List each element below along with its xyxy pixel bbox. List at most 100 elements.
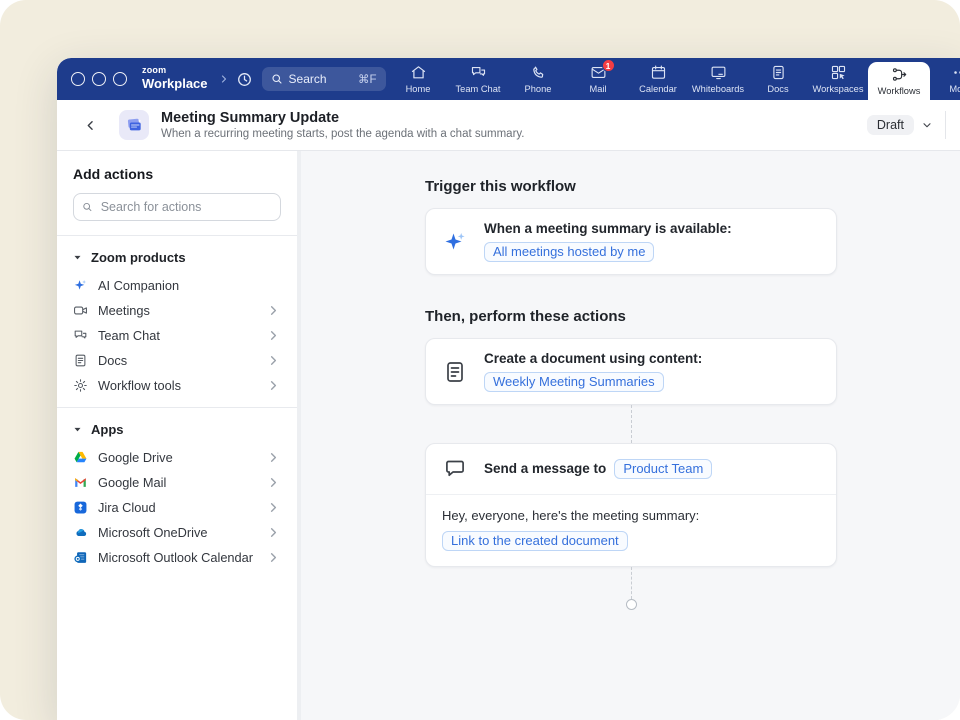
search-label: Search <box>289 72 327 86</box>
sidebar-item-microsoft-onedrive[interactable]: Microsoft OneDrive <box>57 520 297 545</box>
sidebar-title: Add actions <box>57 166 297 182</box>
mail-badge: 1 <box>602 59 615 72</box>
trigger-heading: Trigger this workflow <box>425 178 837 195</box>
whiteboards-icon <box>710 64 727 81</box>
page-subtitle: When a recurring meeting starts, post th… <box>161 128 525 140</box>
docs-icon <box>73 353 88 368</box>
chat-bubble-icon <box>442 457 468 481</box>
more-icon <box>952 64 960 81</box>
team-chat-icon <box>470 64 487 81</box>
back-button[interactable] <box>77 112 103 138</box>
calendar-icon <box>650 64 667 81</box>
chevron-right-icon <box>266 475 281 490</box>
chevron-right-icon <box>266 525 281 540</box>
window-control-icon[interactable] <box>113 72 127 86</box>
caret-down-icon <box>73 253 82 262</box>
actions-search-field[interactable] <box>73 193 281 221</box>
app-window: zoomWorkplace Search ⌘F Home <box>57 58 960 720</box>
sidebar-item-google-mail[interactable]: Google Mail <box>57 470 297 495</box>
google-mail-icon <box>73 475 88 490</box>
zoom-workplace-logo: zoomWorkplace <box>142 66 208 92</box>
workflows-icon <box>891 66 908 83</box>
nav-item-docs[interactable]: Docs <box>748 58 808 100</box>
window-control-icon[interactable] <box>71 72 85 86</box>
page-title: Meeting Summary Update <box>161 110 525 126</box>
status-badge[interactable]: Draft <box>867 115 914 135</box>
nav-item-workflows[interactable]: Workflows <box>868 62 930 100</box>
chevron-down-icon[interactable] <box>921 119 933 131</box>
chevron-right-icon <box>266 328 281 343</box>
trigger-chip[interactable]: All meetings hosted by me <box>484 242 654 262</box>
nav-items: Home Team Chat Phone 1 Mail <box>388 58 960 100</box>
workflow-canvas: Trigger this workflow When a meeting sum… <box>301 151 960 720</box>
actions-heading: Then, perform these actions <box>425 308 837 325</box>
action-title: Create a document using content: <box>484 351 702 366</box>
action-chip[interactable]: Weekly Meeting Summaries <box>484 372 664 392</box>
header-divider <box>945 111 946 139</box>
sidebar-item-jira-cloud[interactable]: Jira Cloud <box>57 495 297 520</box>
history-icon[interactable] <box>236 71 253 88</box>
sidebar-item-google-drive[interactable]: Google Drive <box>57 445 297 470</box>
nav-item-phone[interactable]: Phone <box>508 58 568 100</box>
message-body-text: Hey, everyone, here's the meeting summar… <box>442 508 820 523</box>
section-apps[interactable]: Apps <box>57 419 297 445</box>
global-search-button[interactable]: Search ⌘F <box>262 67 386 91</box>
trigger-card[interactable]: When a meeting summary is available: All… <box>425 208 837 275</box>
sidebar-item-team-chat[interactable]: Team Chat <box>57 323 297 348</box>
chevron-right-icon <box>266 450 281 465</box>
action-card-send-message[interactable]: Send a message toProduct Team Hey, every… <box>425 443 837 567</box>
workflow-header: Meeting Summary Update When a recurring … <box>57 100 960 151</box>
phone-icon <box>530 64 547 81</box>
ai-sparkle-icon <box>442 230 468 254</box>
outlook-calendar-icon <box>73 550 88 565</box>
trigger-title: When a meeting summary is available: <box>484 221 732 236</box>
nav-item-calendar[interactable]: Calendar <box>628 58 688 100</box>
chevron-right-icon <box>266 550 281 565</box>
action-card-create-document[interactable]: Create a document using content: Weekly … <box>425 338 837 405</box>
workspaces-icon <box>830 64 847 81</box>
search-icon <box>82 201 93 213</box>
top-nav-bar: zoomWorkplace Search ⌘F Home <box>57 58 960 100</box>
search-input[interactable] <box>99 199 272 215</box>
team-chat-icon <box>73 328 88 343</box>
page-background: zoomWorkplace Search ⌘F Home <box>0 0 960 720</box>
nav-item-workspaces[interactable]: Workspaces <box>808 58 868 100</box>
recipient-chip[interactable]: Product Team <box>614 459 712 479</box>
chevron-right-icon <box>266 378 281 393</box>
nav-item-whiteboards[interactable]: Whiteboards <box>688 58 748 100</box>
chevron-right-icon <box>266 303 281 318</box>
nav-item-team-chat[interactable]: Team Chat <box>448 58 508 100</box>
meetings-icon <box>73 303 88 318</box>
nav-item-mail[interactable]: 1 Mail <box>568 58 628 100</box>
window-control-icon[interactable] <box>92 72 106 86</box>
jira-icon <box>73 500 88 515</box>
nav-item-more[interactable]: More <box>930 58 960 100</box>
search-icon <box>271 73 283 85</box>
google-drive-icon <box>73 450 88 465</box>
chevron-right-icon <box>266 353 281 368</box>
add-actions-sidebar: Add actions Zoom products AI Companion M… <box>57 151 301 720</box>
sidebar-item-docs[interactable]: Docs <box>57 348 297 373</box>
document-icon <box>442 360 468 384</box>
sidebar-item-meetings[interactable]: Meetings <box>57 298 297 323</box>
document-link-chip[interactable]: Link to the created document <box>442 531 628 551</box>
sidebar-divider <box>57 235 297 236</box>
home-icon <box>410 64 427 81</box>
chevron-right-icon[interactable] <box>218 73 230 85</box>
caret-down-icon <box>73 425 82 434</box>
workflow-app-icon <box>119 110 149 140</box>
sidebar-item-workflow-tools[interactable]: Workflow tools <box>57 373 297 398</box>
sidebar-divider <box>57 407 297 408</box>
sidebar-item-ai-companion[interactable]: AI Companion <box>57 273 297 298</box>
ai-companion-icon <box>73 278 88 293</box>
gear-icon <box>73 378 88 393</box>
search-shortcut: ⌘F <box>358 72 377 86</box>
connector-end-node[interactable] <box>626 599 637 610</box>
connector-line <box>631 567 632 599</box>
chevron-right-icon <box>266 500 281 515</box>
connector-line <box>631 405 632 443</box>
docs-icon <box>770 64 787 81</box>
sidebar-item-microsoft-outlook-calendar[interactable]: Microsoft Outlook Calendar <box>57 545 297 570</box>
section-zoom-products[interactable]: Zoom products <box>57 247 297 273</box>
nav-item-home[interactable]: Home <box>388 58 448 100</box>
